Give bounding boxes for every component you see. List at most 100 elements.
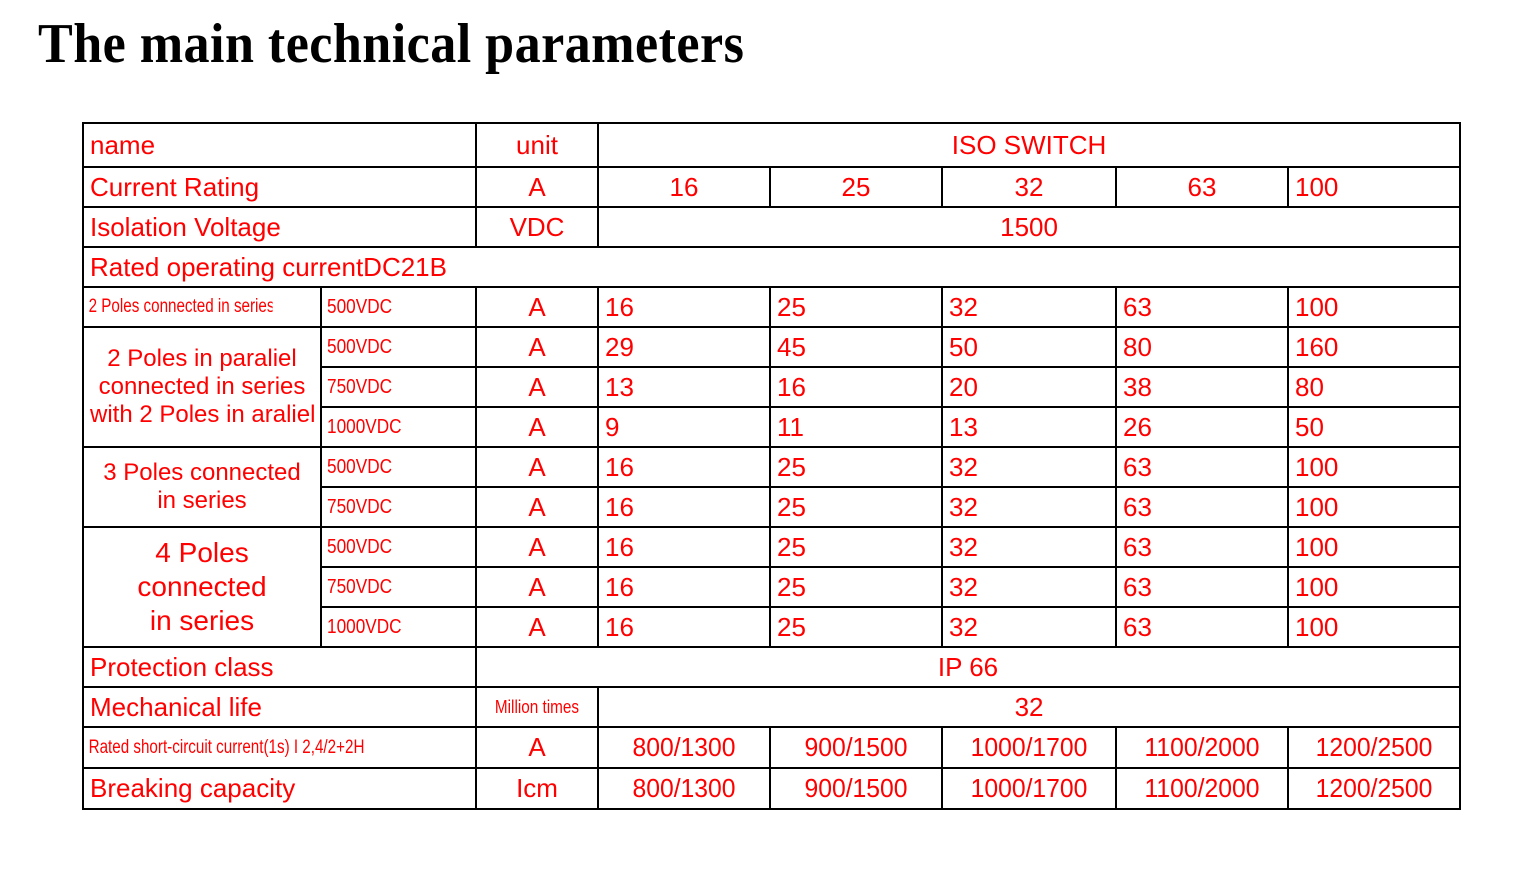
cell-two-poles-parallel-2-3: 26 [1115, 406, 1290, 448]
table-row-protection-class: Protection class IP 66 [81, 646, 1462, 688]
row-label-isolation-voltage: Isolation Voltage [81, 206, 478, 248]
row-label-two-poles-parallel-line3: with 2 Poles in araliel [90, 401, 316, 429]
cell-three-poles-series-1-3: 63 [1115, 486, 1290, 528]
row-label-two-poles-parallel: 2 Poles in paraliel connected in series … [82, 326, 322, 448]
cell-current-rating-3: 63 [1115, 166, 1290, 208]
cell-current-rating-4: 100 [1287, 166, 1462, 208]
row-unit-two-poles-parallel-1: A [475, 366, 600, 408]
cell-breaking-capacity-1: 900/1500 [773, 767, 939, 810]
cell-short-circuit-0: 800/1300 [601, 726, 767, 769]
table-row-three-poles-series-500: 3 Poles connected in series 500VDC A 16 … [82, 446, 1462, 528]
row-label-four-poles-series-line3: in series [149, 605, 255, 637]
row-unit-short-circuit-current: A [475, 726, 600, 769]
cell-short-circuit-4: 1200/2500 [1291, 726, 1457, 769]
cell-four-poles-series-2-2: 32 [941, 606, 1118, 648]
cell-breaking-capacity-0: 800/1300 [601, 767, 767, 810]
row-label-four-poles-series-line2: connected [137, 570, 267, 602]
cell-current-rating-0: 16 [597, 166, 772, 208]
cell-four-poles-series-0-0: 16 [597, 526, 772, 568]
row-voltage-two-poles-series: 500VDC [320, 286, 456, 328]
cell-short-circuit-2: 1000/1700 [945, 726, 1113, 769]
cell-two-poles-parallel-1-0: 13 [597, 366, 772, 408]
row-label-three-poles-series: 3 Poles connected in series [82, 446, 322, 528]
technical-parameters-table: name unit ISO SWITCH Current Rating A 16… [81, 122, 1462, 810]
row-voltage-four-poles-series-2: 1000VDC [320, 606, 456, 648]
cell-three-poles-series-0-0: 16 [597, 446, 772, 488]
cell-four-poles-series-0-2: 32 [941, 526, 1118, 568]
row-voltage-two-poles-parallel-1: 750VDC [320, 366, 456, 408]
row-unit-two-poles-parallel-2: A [475, 406, 600, 448]
cell-three-poles-series-0-1: 25 [769, 446, 944, 488]
table-row-isolation-voltage: Isolation Voltage VDC 1500 [81, 206, 1462, 248]
cell-breaking-capacity-4: 1200/2500 [1291, 767, 1457, 810]
cell-three-poles-series-1-2: 32 [941, 486, 1118, 528]
cell-two-poles-parallel-1-4: 80 [1287, 366, 1462, 408]
cell-four-poles-series-2-1: 25 [769, 606, 944, 648]
row-unit-two-poles-parallel-0: A [475, 326, 600, 368]
table-row-two-poles-parallel-500: 2 Poles in paraliel connected in series … [82, 326, 1462, 448]
row-unit-three-poles-series-1: A [475, 486, 600, 528]
cell-protection-class-value: IP 66 [475, 646, 1462, 688]
cell-two-poles-parallel-2-1: 11 [769, 406, 944, 448]
cell-short-circuit-3: 1100/2000 [1119, 726, 1285, 769]
table-row-current-rating: Current Rating A 16 25 32 63 100 [81, 166, 1462, 208]
row-label-mechanical-life: Mechanical life [81, 686, 478, 728]
row-voltage-four-poles-series-1: 750VDC [320, 566, 456, 608]
row-label-three-poles-series-line2: in series [157, 487, 247, 514]
cell-two-poles-series-1: 25 [769, 286, 944, 328]
table-row-short-circuit-current: Rated short-circuit current(1s) I 2,4/2+… [82, 726, 1460, 769]
row-unit-four-poles-series-1: A [475, 566, 600, 608]
table-row-four-poles-series-500: 4 Poles connected in series 500VDC A 16 … [82, 526, 1462, 648]
row-label-protection-class: Protection class [81, 646, 478, 688]
row-unit-four-poles-series-0: A [475, 526, 600, 568]
row-voltage-four-poles-series-0: 500VDC [320, 526, 456, 568]
section-title-rated-operating-current: Rated operating currentDC21B [81, 246, 1462, 288]
row-unit-isolation-voltage: VDC [475, 206, 600, 248]
cell-two-poles-parallel-2-0: 9 [597, 406, 772, 448]
row-voltage-three-poles-series-0: 500VDC [320, 446, 456, 488]
cell-three-poles-series-1-0: 16 [597, 486, 772, 528]
row-unit-mechanical-life: Million times [484, 686, 590, 728]
cell-four-poles-series-1-1: 25 [769, 566, 944, 608]
row-voltage-two-poles-parallel-2: 1000VDC [320, 406, 456, 448]
cell-current-rating-1: 25 [769, 166, 944, 208]
row-voltage-three-poles-series-1: 750VDC [320, 486, 456, 528]
page-title: The main technical parameters [38, 13, 745, 75]
cell-breaking-capacity-2: 1000/1700 [945, 767, 1113, 810]
header-name: name [81, 122, 478, 168]
row-unit-four-poles-series-2: A [475, 606, 600, 648]
cell-two-poles-parallel-2-2: 13 [941, 406, 1118, 448]
row-label-three-poles-series-line1: 3 Poles connected [103, 458, 301, 486]
cell-four-poles-series-1-3: 63 [1115, 566, 1290, 608]
cell-two-poles-series-3: 63 [1115, 286, 1290, 328]
header-unit: unit [475, 122, 600, 168]
cell-isolation-voltage-value: 1500 [597, 206, 1462, 248]
cell-two-poles-parallel-0-2: 50 [941, 326, 1118, 368]
row-unit-three-poles-series-0: A [475, 446, 600, 488]
cell-four-poles-series-1-2: 32 [941, 566, 1118, 608]
cell-four-poles-series-1-0: 16 [597, 566, 772, 608]
cell-four-poles-series-0-3: 63 [1115, 526, 1290, 568]
cell-two-poles-parallel-1-2: 20 [941, 366, 1118, 408]
cell-two-poles-parallel-0-0: 29 [597, 326, 772, 368]
header-group-iso-switch: ISO SWITCH [597, 122, 1462, 168]
table-row-two-poles-series: 2 Poles connected in series 500VDC A 16 … [82, 286, 1462, 328]
cell-two-poles-parallel-0-3: 80 [1115, 326, 1290, 368]
cell-four-poles-series-1-4: 100 [1287, 566, 1462, 608]
row-label-two-poles-parallel-line2: connected in series [98, 372, 306, 400]
cell-three-poles-series-0-4: 100 [1287, 446, 1462, 488]
cell-four-poles-series-2-4: 100 [1287, 606, 1462, 648]
cell-current-rating-2: 32 [941, 166, 1118, 208]
cell-four-poles-series-2-0: 16 [597, 606, 772, 648]
cell-two-poles-series-4: 100 [1287, 286, 1462, 328]
cell-breaking-capacity-3: 1100/2000 [1119, 767, 1285, 810]
cell-four-poles-series-0-1: 25 [769, 526, 944, 568]
cell-four-poles-series-2-3: 63 [1115, 606, 1290, 648]
cell-two-poles-parallel-1-1: 16 [769, 366, 944, 408]
cell-three-poles-series-0-3: 63 [1115, 446, 1290, 488]
cell-two-poles-series-2: 32 [941, 286, 1118, 328]
cell-two-poles-series-0: 16 [597, 286, 772, 328]
table-row-breaking-capacity: Breaking capacity Icm 800/1300 900/1500 … [81, 767, 1460, 810]
row-unit-breaking-capacity: Icm [475, 767, 600, 810]
cell-short-circuit-1: 900/1500 [773, 726, 939, 769]
